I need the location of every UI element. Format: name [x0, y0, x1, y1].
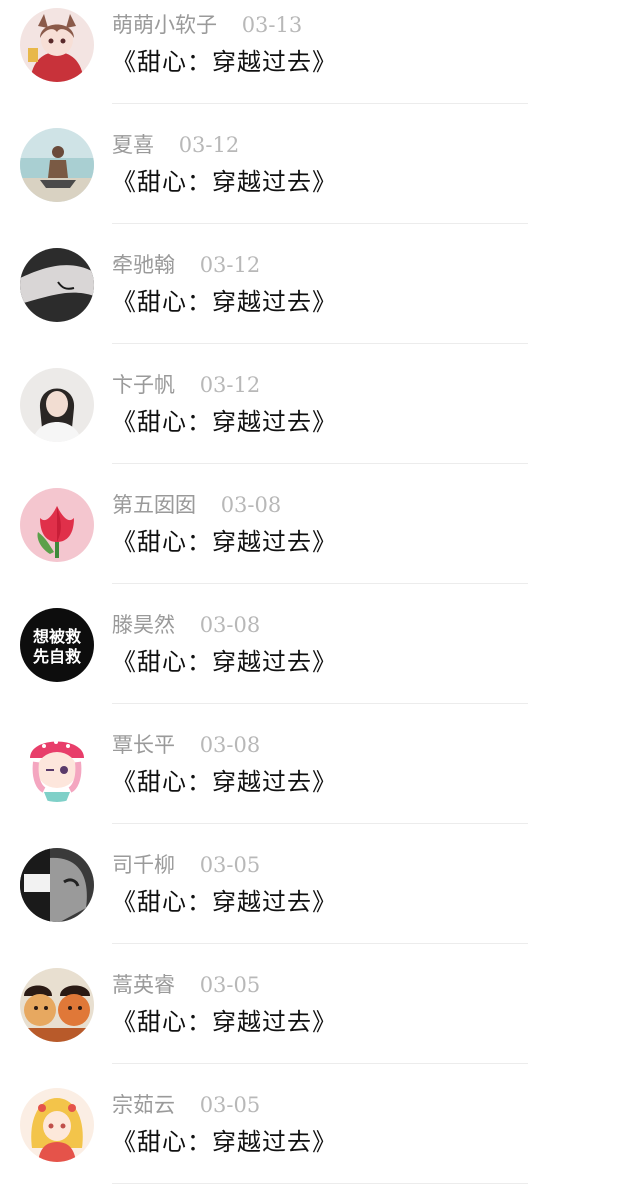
avatar-text-line: 想被救: [32, 627, 81, 646]
list-item[interactable]: 覃长平 03-08 《甜心：穿越过去》: [0, 720, 640, 840]
divider: [112, 1183, 528, 1184]
comment-author[interactable]: 卞子帆: [112, 373, 175, 397]
cartoon-couple-avatar[interactable]: [20, 968, 94, 1042]
divider: [112, 103, 528, 104]
divider: [112, 463, 528, 464]
comment-text[interactable]: 《甜心：穿越过去》: [112, 764, 337, 800]
girl-portrait-avatar[interactable]: [20, 368, 94, 442]
hand-bracelet-avatar[interactable]: [20, 248, 94, 322]
divider: [112, 703, 528, 704]
monochrome-portrait-avatar[interactable]: [20, 848, 94, 922]
list-item[interactable]: 蒿英睿 03-05 《甜心：穿越过去》: [0, 960, 640, 1080]
avatar-text-line: 先自救: [33, 647, 81, 666]
comment-date: 03-13: [241, 13, 303, 37]
comment-author[interactable]: 覃长平: [112, 733, 175, 757]
comment-author[interactable]: 第五囡囡: [112, 493, 196, 517]
anime-blonde-girl-avatar[interactable]: [20, 1088, 94, 1162]
comment-date: 03-12: [199, 253, 261, 277]
text-badge-avatar[interactable]: 想被救 先自救: [20, 608, 94, 682]
comment-text[interactable]: 《甜心：穿越过去》: [112, 884, 337, 920]
divider: [112, 223, 528, 224]
divider: [112, 583, 528, 584]
comment-author[interactable]: 夏喜: [112, 133, 154, 157]
comment-text[interactable]: 《甜心：穿越过去》: [112, 1004, 337, 1040]
cartoon-girl-pink-cap-avatar[interactable]: [20, 728, 94, 802]
man-sitting-beach-avatar[interactable]: [20, 128, 94, 202]
comment-date: 03-12: [178, 133, 240, 157]
comment-author[interactable]: 萌萌小软子: [112, 13, 217, 37]
comment-text[interactable]: 《甜心：穿越过去》: [112, 284, 337, 320]
list-item[interactable]: 想被救 先自救 滕昊然 03-08 《甜心：穿越过去》: [0, 600, 640, 720]
list-item[interactable]: 夏喜 03-12 《甜心：穿越过去》: [0, 120, 640, 240]
comment-date: 03-08: [220, 493, 282, 517]
divider: [112, 943, 528, 944]
list-item[interactable]: 第五囡囡 03-08 《甜心：穿越过去》: [0, 480, 640, 600]
comment-text[interactable]: 《甜心：穿越过去》: [112, 44, 337, 80]
anime-girl-red-avatar[interactable]: [20, 8, 94, 82]
divider: [112, 1063, 528, 1064]
comment-text[interactable]: 《甜心：穿越过去》: [112, 524, 337, 560]
divider: [112, 823, 528, 824]
list-item[interactable]: 卞子帆 03-12 《甜心：穿越过去》: [0, 360, 640, 480]
list-item[interactable]: 牵驰翰 03-12 《甜心：穿越过去》: [0, 240, 640, 360]
comment-text[interactable]: 《甜心：穿越过去》: [112, 164, 337, 200]
comment-text[interactable]: 《甜心：穿越过去》: [112, 644, 337, 680]
list-item[interactable]: 萌萌小软子 03-13 《甜心：穿越过去》: [0, 0, 640, 120]
comment-date: 03-05: [199, 1093, 261, 1117]
comment-date: 03-05: [199, 853, 261, 877]
comment-text[interactable]: 《甜心：穿越过去》: [112, 1124, 337, 1160]
comment-author[interactable]: 司千柳: [112, 853, 175, 877]
comment-text[interactable]: 《甜心：穿越过去》: [112, 404, 337, 440]
comment-list: 萌萌小软子 03-13 《甜心：穿越过去》 夏喜 03-12 《甜心：穿越过去》: [0, 0, 640, 1188]
comment-date: 03-08: [199, 613, 261, 637]
comment-date: 03-08: [199, 733, 261, 757]
pink-tulip-avatar[interactable]: [20, 488, 94, 562]
comment-author[interactable]: 牵驰翰: [112, 253, 175, 277]
comment-author[interactable]: 滕昊然: [112, 613, 175, 637]
divider: [112, 343, 528, 344]
comment-author[interactable]: 蒿英睿: [112, 973, 175, 997]
list-item[interactable]: 司千柳 03-05 《甜心：穿越过去》: [0, 840, 640, 960]
comment-date: 03-12: [199, 373, 261, 397]
list-item[interactable]: 宗茹云 03-05 《甜心：穿越过去》: [0, 1080, 640, 1200]
comment-author[interactable]: 宗茹云: [112, 1093, 175, 1117]
comment-date: 03-05: [199, 973, 261, 997]
